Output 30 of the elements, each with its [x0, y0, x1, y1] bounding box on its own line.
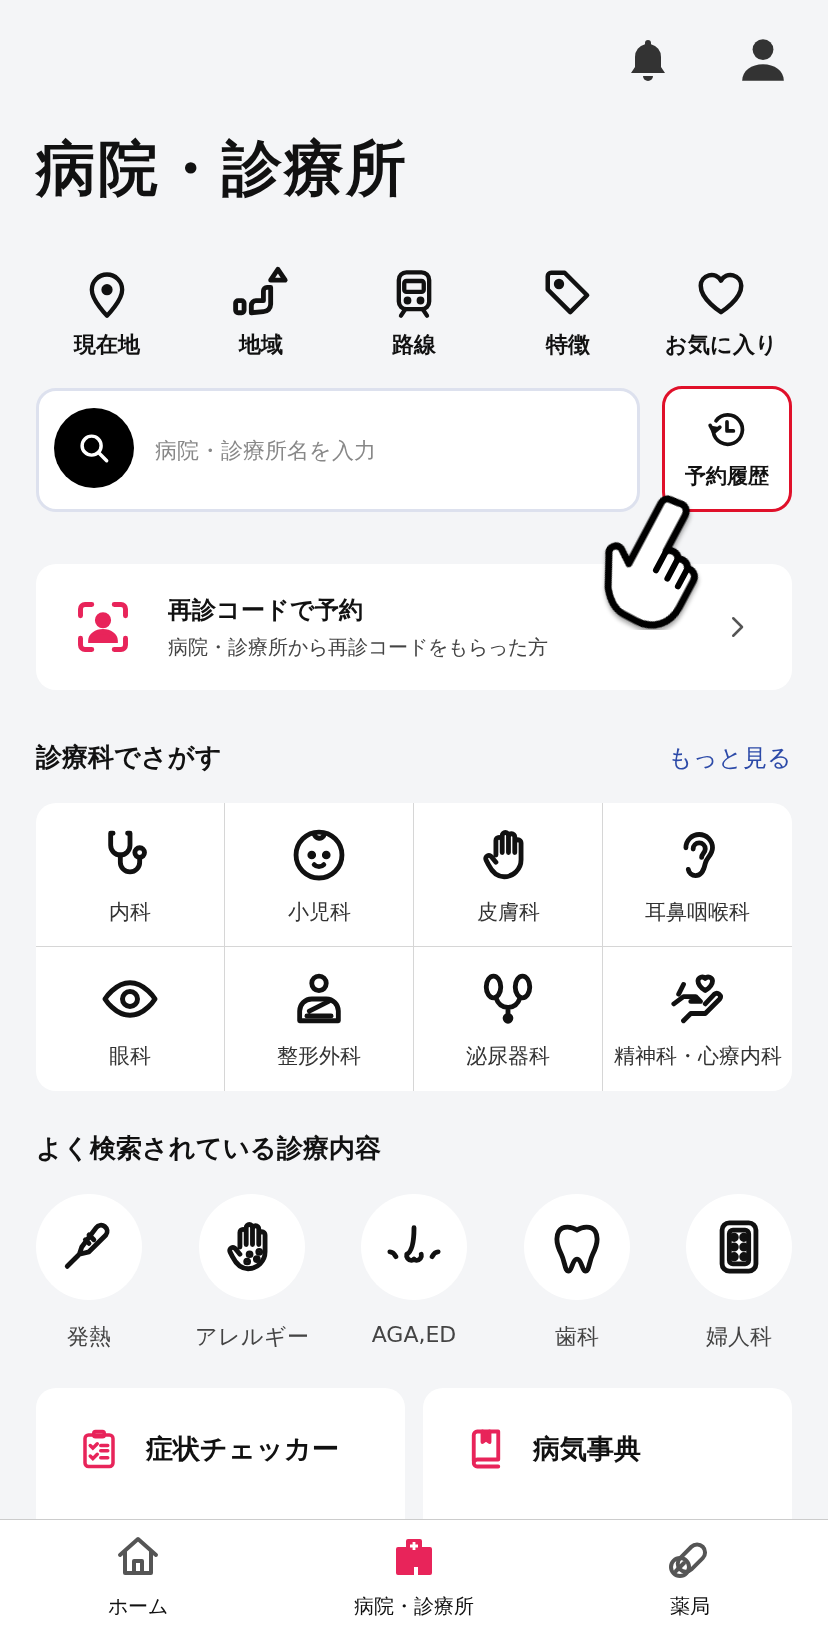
department-tile[interactable]: 皮膚科 [414, 803, 603, 947]
search-method-button[interactable]: 現在地 [32, 258, 182, 360]
history-button[interactable]: 予約履歴 [662, 386, 792, 512]
feature-title: 症状チェッカー [146, 1432, 339, 1466]
search-method-button[interactable]: お気に入り [646, 258, 796, 360]
department-tile[interactable]: 精神科・心療内科 [603, 947, 792, 1091]
tab[interactable]: ホーム [0, 1520, 276, 1638]
department-tile[interactable]: 耳鼻咽喉科 [603, 803, 792, 947]
tab[interactable]: 薬局 [552, 1520, 828, 1638]
department-tile[interactable]: 眼科 [36, 947, 225, 1091]
department-tile[interactable]: 泌尿器科 [414, 947, 603, 1091]
revisit-subtitle: 病院・診療所から再診コードをもらった方 [168, 633, 549, 661]
department-tile[interactable]: 整形外科 [225, 947, 414, 1091]
page-title: 病院・診療所 [36, 132, 409, 205]
revisit-title: 再診コードで予約 [168, 594, 364, 626]
feature-title: 病気事典 [533, 1432, 641, 1466]
face-scan-icon [76, 600, 130, 654]
search-field[interactable]: 病院・診療所名を入力 [36, 388, 640, 512]
search-method-button[interactable]: 地域 [185, 258, 336, 360]
search-method-button[interactable]: 特徴 [492, 258, 643, 360]
section-title: 診療科でさがす [36, 741, 222, 774]
department-tile[interactable]: 小児科 [225, 803, 414, 947]
department-tile[interactable]: 内科 [36, 803, 225, 947]
feature-card[interactable]: 病気事典 [423, 1388, 792, 1519]
revisit-code-card[interactable]: 再診コードで予約 病院・診療所から再診コードをもらった方 [36, 564, 792, 690]
more-link[interactable]: もっと見る [668, 741, 792, 774]
feature-card[interactable]: 症状チェッカー [36, 1388, 405, 1519]
search-method-button[interactable]: 路線 [339, 258, 489, 360]
tab[interactable]: 病院・診療所 [276, 1520, 552, 1638]
section-title: よく検索されている診療内容 [36, 1132, 382, 1165]
